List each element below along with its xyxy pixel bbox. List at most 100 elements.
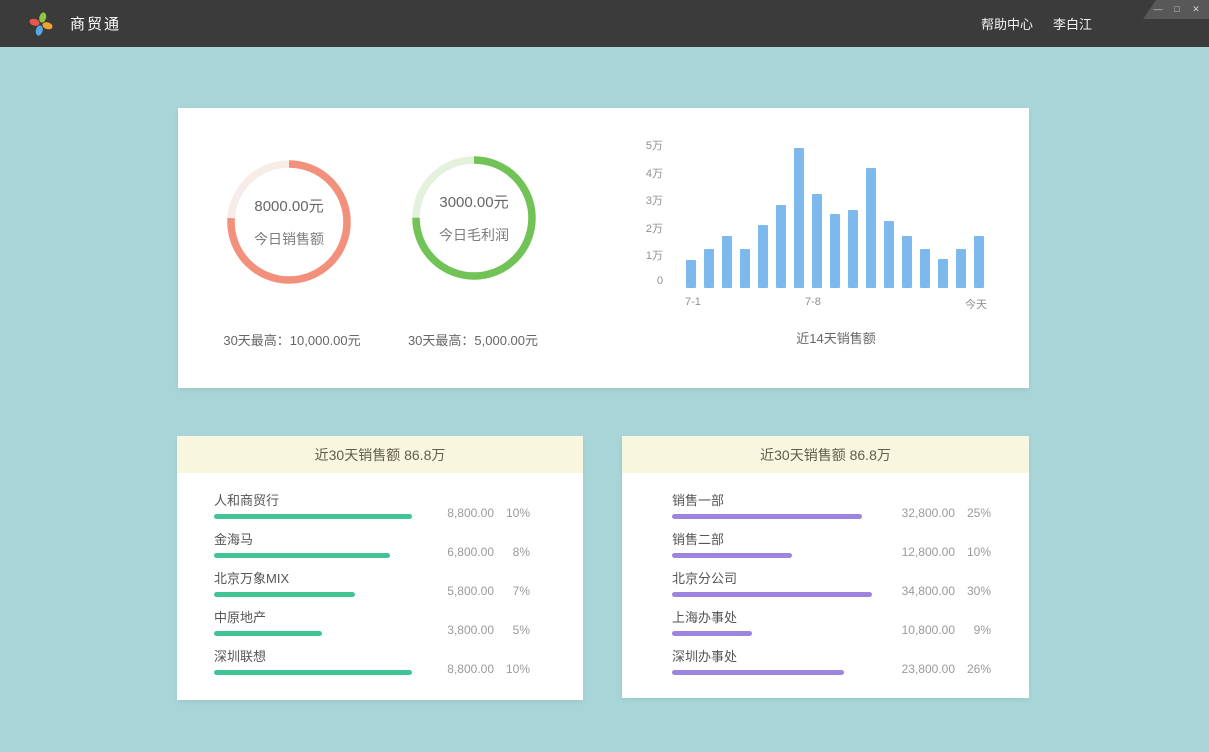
customer-sales-panel: 近30天销售额 86.8万 人和商贸行 8,800.0010% 金海马 6,80… (177, 436, 583, 700)
maximize-icon[interactable]: □ (1172, 5, 1182, 14)
rank-row: 深圳办事处 23,800.0026% (672, 648, 991, 687)
daily-sales-bar (902, 236, 912, 288)
row-percent: 30% (955, 584, 991, 598)
donut-center-text: 3000.00元 今日毛利润 (409, 153, 539, 283)
daily-sales-bar (938, 259, 948, 288)
daily-sales-bar (686, 260, 696, 288)
today-profit-donut: 3000.00元 今日毛利润 (409, 153, 539, 283)
pinwheel-logo-icon (28, 11, 54, 37)
row-value: 8,800.0010% (422, 662, 530, 676)
profit-30day-high: 30天最高：5,000.00元 (368, 330, 578, 349)
user-name-link[interactable]: 李白江 (1053, 14, 1092, 33)
row-bar (214, 631, 322, 636)
row-bar (214, 670, 412, 675)
minimize-icon[interactable]: — (1153, 5, 1163, 14)
department-panel-title: 近30天销售额 86.8万 (622, 436, 1029, 473)
row-value: 8,800.0010% (422, 506, 530, 520)
y-axis-tick: 2万 (646, 220, 663, 236)
row-amount: 3,800.00 (422, 623, 494, 637)
today-sales-label: 今日销售额 (254, 229, 324, 249)
row-value: 10,800.009% (883, 623, 991, 637)
rank-row: 上海办事处 10,800.009% (672, 609, 991, 648)
y-axis-tick: 0 (657, 275, 663, 287)
app-title: 商贸通 (70, 13, 121, 34)
department-sales-panel: 近30天销售额 86.8万 销售一部 32,800.0025% 销售二部 12,… (622, 436, 1029, 698)
row-bar (672, 631, 752, 636)
rank-row: 北京分公司 34,800.0030% (672, 570, 991, 609)
daily-sales-bar (974, 236, 984, 288)
row-amount: 23,800.00 (883, 662, 955, 676)
row-amount: 8,800.00 (422, 662, 494, 676)
row-bar (672, 592, 872, 597)
daily-sales-bar (794, 148, 804, 288)
daily-sales-bar (920, 249, 930, 288)
row-percent: 9% (955, 623, 991, 637)
x-axis-tick: 7-1 (685, 296, 701, 308)
rank-row: 北京万象MIX 5,800.007% (214, 570, 530, 609)
daily-sales-bar (848, 210, 858, 288)
row-amount: 34,800.00 (883, 584, 955, 598)
row-bar (672, 670, 844, 675)
row-percent: 26% (955, 662, 991, 676)
row-percent: 25% (955, 506, 991, 520)
customer-panel-title: 近30天销售额 86.8万 (177, 436, 583, 473)
row-percent: 10% (494, 506, 530, 520)
row-amount: 5,800.00 (422, 584, 494, 598)
row-value: 5,800.007% (422, 584, 530, 598)
row-value: 23,800.0026% (883, 662, 991, 676)
rank-row: 深圳联想 8,800.0010% (214, 648, 530, 687)
row-value: 34,800.0030% (883, 584, 991, 598)
row-bar (672, 514, 862, 519)
rank-row: 销售一部 32,800.0025% (672, 492, 991, 531)
row-percent: 10% (494, 662, 530, 676)
row-bar (214, 514, 412, 519)
row-percent: 8% (494, 545, 530, 559)
row-value: 3,800.005% (422, 623, 530, 637)
today-profit-label: 今日毛利润 (439, 225, 509, 245)
row-value: 12,800.0010% (883, 545, 991, 559)
window-controls: — □ ✕ (1143, 0, 1209, 19)
rank-row: 中原地产 3,800.005% (214, 609, 530, 648)
titlebar: 商贸通 帮助中心 李白江 — □ ✕ (0, 0, 1209, 47)
daily-sales-bar (956, 249, 966, 288)
row-bar (672, 553, 792, 558)
close-icon[interactable]: ✕ (1191, 5, 1201, 14)
daily-sales-bar (812, 194, 822, 288)
daily-sales-chart-title: 近14天销售额 (686, 328, 986, 347)
today-profit-value: 3000.00元 (439, 191, 508, 212)
daily-sales-bars (686, 108, 988, 288)
row-bar (214, 592, 355, 597)
y-axis-tick: 4万 (646, 165, 663, 181)
rank-row: 人和商贸行 8,800.0010% (214, 492, 530, 531)
department-rank-list: 销售一部 32,800.0025% 销售二部 12,800.0010% 北京分公… (622, 473, 1029, 687)
row-bar (214, 553, 390, 558)
donut-center-text: 8000.00元 今日销售额 (224, 157, 354, 287)
y-axis: 5万4万3万2万1万0 (598, 108, 663, 298)
y-axis-tick: 5万 (646, 137, 663, 153)
y-axis-tick: 3万 (646, 192, 663, 208)
today-summary-card: 8000.00元 今日销售额 30天最高：10,000.00元 3000.00元… (178, 108, 1029, 388)
row-amount: 12,800.00 (883, 545, 955, 559)
today-sales-donut: 8000.00元 今日销售额 (224, 157, 354, 287)
sales-30day-high: 30天最高：10,000.00元 (187, 330, 397, 349)
help-center-link[interactable]: 帮助中心 (981, 14, 1033, 33)
daily-sales-bar (866, 168, 876, 288)
row-amount: 10,800.00 (883, 623, 955, 637)
customer-rank-list: 人和商贸行 8,800.0010% 金海马 6,800.008% 北京万象MIX… (177, 473, 583, 687)
x-axis-tick: 今天 (965, 296, 987, 312)
row-percent: 7% (494, 584, 530, 598)
daily-sales-bar (740, 249, 750, 288)
daily-sales-bar (722, 236, 732, 288)
today-sales-value: 8000.00元 (254, 195, 323, 216)
row-amount: 32,800.00 (883, 506, 955, 520)
row-percent: 10% (955, 545, 991, 559)
row-value: 32,800.0025% (883, 506, 991, 520)
rank-row: 金海马 6,800.008% (214, 531, 530, 570)
row-value: 6,800.008% (422, 545, 530, 559)
row-percent: 5% (494, 623, 530, 637)
daily-sales-bar (776, 205, 786, 288)
rank-row: 销售二部 12,800.0010% (672, 531, 991, 570)
daily-sales-bar (704, 249, 714, 288)
row-amount: 8,800.00 (422, 506, 494, 520)
daily-sales-bar (830, 214, 840, 288)
